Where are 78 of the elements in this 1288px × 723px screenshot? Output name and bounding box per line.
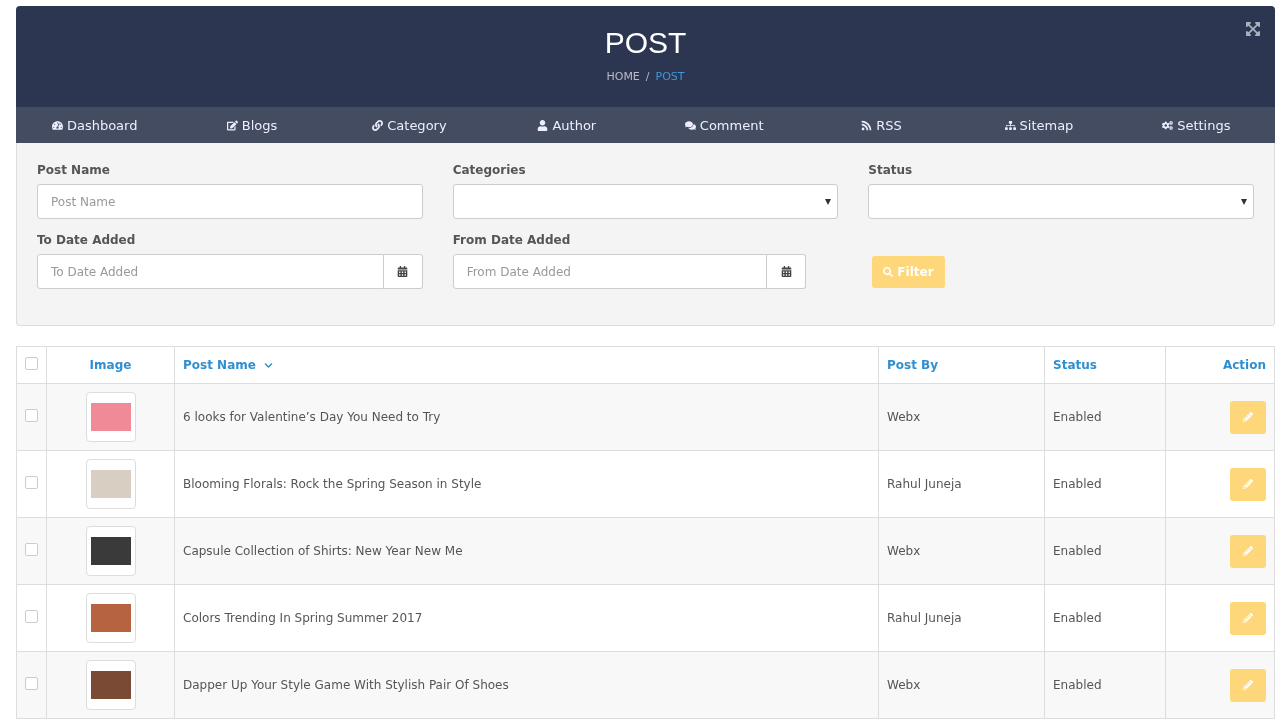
table-cell: Dapper Up Your Style Game With Stylish Pair Of Shoes — [174, 651, 879, 719]
table-cell: Enabled — [1044, 651, 1166, 719]
column-header[interactable]: Image — [46, 346, 175, 384]
date-field[interactable]: From Date Added — [452, 254, 768, 289]
table-cell: Enabled — [1044, 584, 1166, 652]
rss-icon — [861, 119, 873, 131]
speech-bubbles-icon — [684, 119, 696, 131]
sort-icon[interactable] — [263, 360, 273, 370]
table-cell: Enabled — [1044, 517, 1166, 585]
edit-button[interactable] — [1230, 400, 1266, 434]
row-checkbox[interactable] — [25, 610, 38, 623]
field-label: Post Name — [37, 163, 111, 177]
nav-link[interactable]: Category — [330, 117, 489, 133]
photo-placeholder — [90, 403, 131, 431]
photo-placeholder — [90, 470, 131, 498]
pencil-icon — [1243, 412, 1253, 422]
field-label: Status — [868, 163, 914, 177]
expand-icon[interactable] — [1245, 21, 1261, 37]
user-icon — [537, 119, 549, 131]
edit-icon — [226, 119, 238, 131]
table-cell: Webx — [878, 517, 1045, 585]
column-header[interactable]: Post By — [878, 346, 1045, 384]
date-field[interactable]: To Date Added — [37, 254, 384, 289]
field-label: To Date Added — [37, 233, 137, 247]
gauge-icon — [51, 119, 63, 131]
table-cell: Capsule Collection of Shirts: New Year New Me — [174, 517, 879, 585]
edit-button[interactable] — [1230, 668, 1266, 702]
edit-button[interactable] — [1230, 601, 1266, 635]
link-icon — [372, 119, 384, 131]
nav-link[interactable]: Blogs — [173, 117, 331, 133]
column-header[interactable]: Action — [1165, 346, 1275, 384]
calendar-icon — [780, 266, 792, 277]
breadcrumb-link[interactable]: HOME — [606, 70, 640, 83]
calendar-icon — [397, 266, 409, 277]
table-cell: Enabled — [1044, 450, 1166, 518]
nav-link[interactable]: Settings — [1117, 117, 1275, 133]
photo-placeholder — [90, 537, 131, 565]
photo-placeholder — [90, 604, 131, 632]
page-title: POST — [604, 26, 687, 60]
photo-placeholder — [90, 671, 131, 699]
column-header[interactable]: Post Name — [174, 346, 879, 384]
calendar-button[interactable] — [767, 254, 807, 289]
status-dropdown[interactable] — [868, 184, 1254, 219]
edit-button[interactable] — [1230, 534, 1266, 568]
table-cell: Webx — [878, 651, 1045, 719]
gears-icon — [1162, 119, 1174, 131]
row-checkbox[interactable] — [25, 409, 38, 422]
row-checkbox[interactable] — [25, 677, 38, 690]
nav-link[interactable]: RSS — [802, 117, 961, 133]
row-checkbox[interactable] — [25, 476, 38, 489]
table-cell: Rahul Juneja — [878, 450, 1045, 518]
pencil-icon — [1243, 546, 1253, 556]
table-cell: Enabled — [1044, 383, 1166, 451]
column-header[interactable]: Status — [1044, 346, 1166, 384]
table-cell: Webx — [878, 383, 1045, 451]
table-cell: Blooming Florals: Rock the Spring Season in Style — [174, 450, 879, 518]
nav-link[interactable]: Comment — [645, 117, 803, 133]
pencil-icon — [1243, 613, 1253, 623]
field-label: Categories — [452, 163, 527, 177]
field-label: From Date Added — [452, 233, 572, 247]
select-all-checkbox[interactable] — [25, 357, 38, 370]
breadcrumb-link[interactable]: POST — [655, 70, 685, 83]
pencil-icon — [1243, 479, 1253, 489]
edit-button[interactable] — [1230, 467, 1266, 501]
search-icon — [883, 267, 894, 277]
categories-dropdown[interactable] — [452, 184, 839, 219]
nav-link[interactable]: Sitemap — [960, 117, 1118, 133]
table-cell: 6 looks for Valentine’s Day You Need to Try — [174, 383, 879, 451]
row-checkbox[interactable] — [25, 543, 38, 556]
post-name-field[interactable]: Post Name — [37, 184, 423, 219]
calendar-button[interactable] — [383, 254, 423, 289]
pencil-icon — [1243, 680, 1253, 690]
breadcrumb-separator: / — [645, 70, 650, 83]
nav-link[interactable]: Author — [488, 117, 646, 133]
table-cell: Rahul Juneja — [878, 584, 1045, 652]
table-cell: Colors Trending In Spring Summer 2017 — [174, 584, 879, 652]
nav-link[interactable]: Dashboard — [16, 117, 174, 133]
sitemap-icon — [1004, 119, 1016, 131]
